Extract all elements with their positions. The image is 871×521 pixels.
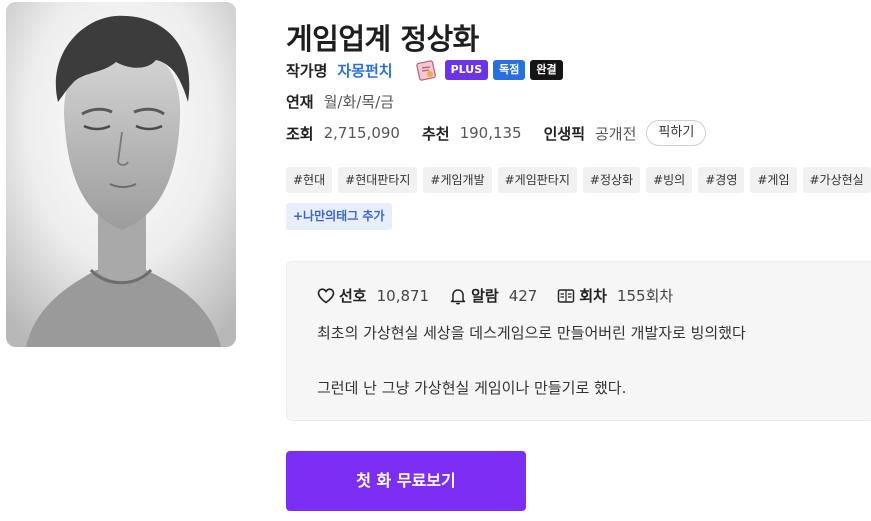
recommend-label: 추천	[421, 124, 450, 143]
views-label: 조회	[286, 124, 314, 143]
tag-item[interactable]: #현대	[286, 167, 333, 193]
tag-item[interactable]: #게임개발	[423, 167, 492, 193]
meta-row: 선호 10,871 알람 427 회차 155회차	[317, 285, 693, 306]
complete-badge: 완결	[530, 60, 563, 80]
tag-item[interactable]: #게임	[750, 167, 797, 193]
stats-row: 조회 2,715,090 추천 190,135 인생픽 공개전 픽하기	[286, 120, 707, 146]
recommend-count: 190,135	[459, 124, 522, 142]
alarm-count: 427	[508, 286, 538, 305]
pick-button[interactable]: 픽하기	[646, 120, 707, 146]
tag-list: #현대 #현대판타지 #게임개발 #게임판타지 #정상화 #빙의 #경영 #게임…	[286, 167, 871, 193]
life-pick-value: 공개전	[595, 124, 637, 143]
tag-item[interactable]: #게임판타지	[497, 167, 577, 193]
add-custom-tag-button[interactable]: +나만의태그 추가	[286, 203, 392, 230]
plus-badge: PLUS	[444, 60, 489, 80]
description-box: 선호 10,871 알람 427 회차 155회차 최초의 가상현실 세상을 데…	[286, 261, 871, 421]
episode-list-icon	[558, 288, 575, 303]
author-label: 작가명	[286, 61, 328, 80]
author-link[interactable]: 자몽펀치	[337, 60, 392, 81]
views-count: 2,715,090	[323, 124, 400, 142]
author-row: 작가명 자몽펀치 PLUS 독점 완결	[286, 58, 568, 82]
episodes-label: 회차	[579, 287, 607, 305]
likes-count: 10,871	[376, 286, 430, 305]
serial-label: 연재	[286, 92, 314, 111]
cover-illustration	[6, 2, 236, 347]
episodes-count: 155회차	[616, 287, 674, 305]
serial-row: 연재 월/화/목/금	[286, 89, 394, 113]
author-emoji-icon	[415, 60, 436, 81]
description-line-1: 최초의 가상현실 세상을 데스게임으로 만들어버린 개발자로 빙의했다	[317, 324, 746, 342]
life-pick-label: 인생픽	[543, 124, 585, 143]
tag-item[interactable]: #정상화	[582, 167, 641, 193]
free-first-episode-button[interactable]: 첫 화 무료보기	[286, 451, 526, 511]
bell-icon[interactable]	[449, 287, 467, 305]
serial-days: 월/화/목/금	[323, 92, 394, 111]
heart-icon[interactable]	[317, 287, 335, 305]
cover-image[interactable]	[6, 2, 236, 347]
alarm-label: 알람	[471, 287, 499, 305]
tag-item[interactable]: #빙의	[646, 167, 693, 193]
page-title: 게임업계 정상화	[286, 22, 479, 56]
tag-item[interactable]: #가상현실	[802, 167, 871, 193]
likes-label: 선호	[339, 287, 367, 305]
description-line-2: 그런데 난 그냥 가상현실 게임이나 만들기로 했다.	[317, 379, 627, 397]
exclusive-badge: 독점	[493, 60, 526, 80]
tag-item[interactable]: #현대판타지	[338, 167, 418, 193]
tag-item[interactable]: #경영	[698, 167, 745, 193]
